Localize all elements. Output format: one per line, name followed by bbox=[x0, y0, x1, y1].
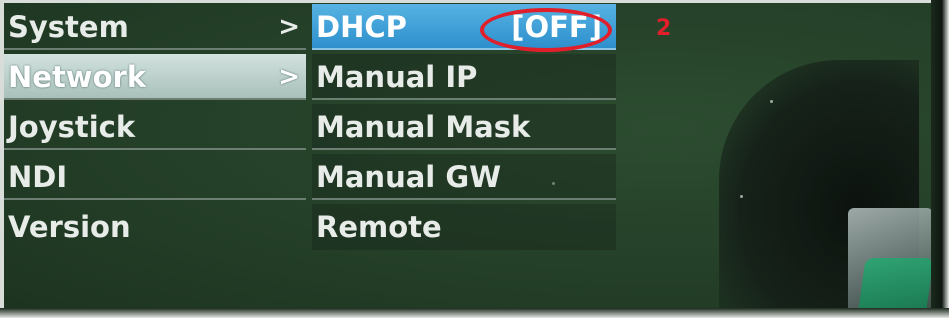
menu-item-label: Joystick bbox=[8, 110, 136, 144]
submenu-item-manual-gw[interactable]: Manual GW bbox=[312, 154, 616, 200]
camera-osd-screen: System > Network > Joystick NDI Version … bbox=[0, 0, 949, 318]
main-menu: System > Network > Joystick NDI Version bbox=[4, 4, 306, 254]
menu-item-system[interactable]: System > bbox=[4, 4, 306, 50]
chevron-right-icon: > bbox=[278, 12, 300, 42]
submenu-item-label: Remote bbox=[316, 210, 442, 244]
background-object-green bbox=[858, 258, 934, 310]
submenu-item-label: Manual GW bbox=[316, 160, 502, 194]
menu-item-label: System bbox=[8, 10, 129, 44]
annotation-number: 2 bbox=[656, 16, 672, 41]
screen-speck bbox=[740, 195, 743, 198]
photo-border-left bbox=[0, 0, 4, 318]
submenu-item-label: Manual Mask bbox=[316, 110, 531, 144]
submenu-item-label: Manual IP bbox=[316, 60, 478, 94]
menu-item-version[interactable]: Version bbox=[4, 204, 306, 250]
menu-item-label: Version bbox=[8, 210, 131, 244]
submenu-item-label: DHCP bbox=[316, 10, 407, 44]
screen-speck bbox=[770, 100, 773, 103]
submenu-item-manual-ip[interactable]: Manual IP bbox=[312, 54, 616, 100]
chevron-right-icon: > bbox=[278, 62, 300, 92]
menu-item-network[interactable]: Network > bbox=[4, 54, 306, 100]
menu-item-joystick[interactable]: Joystick bbox=[4, 104, 306, 150]
menu-item-label: NDI bbox=[8, 160, 68, 194]
photo-border-right bbox=[931, 0, 949, 318]
photo-border-top bbox=[0, 0, 949, 3]
photo-border-bottom bbox=[0, 308, 949, 318]
submenu-item-manual-mask[interactable]: Manual Mask bbox=[312, 104, 616, 150]
menu-item-label: Network bbox=[8, 60, 147, 94]
menu-item-ndi[interactable]: NDI bbox=[4, 154, 306, 200]
submenu-item-remote[interactable]: Remote bbox=[312, 204, 616, 250]
annotation-ellipse bbox=[480, 8, 612, 52]
